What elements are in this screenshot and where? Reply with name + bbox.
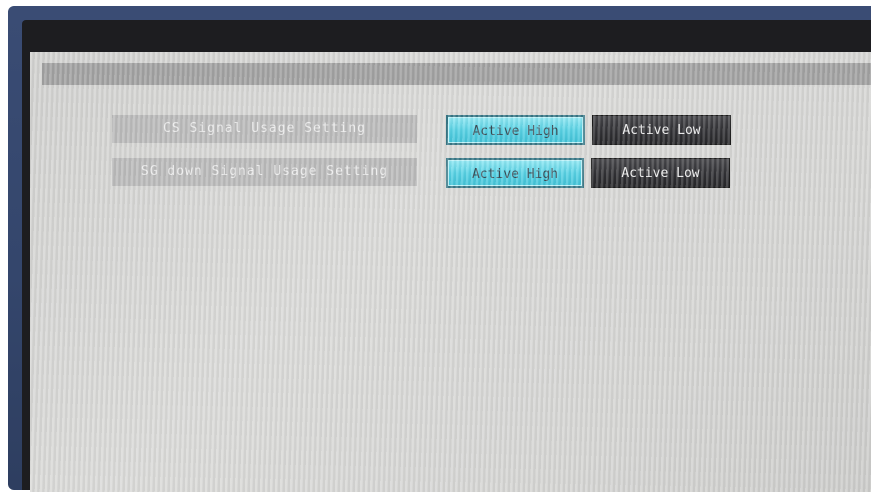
- sg-down-signal-label: SG down Signal Usage Setting: [112, 158, 417, 186]
- settings-panel: CS Signal Usage Setting Active High Acti…: [30, 52, 871, 492]
- sg-active-high-button[interactable]: Active High: [446, 158, 584, 188]
- cs-active-high-button[interactable]: Active High: [446, 115, 585, 145]
- title-bar: [42, 63, 871, 85]
- sg-active-low-button[interactable]: Active Low: [591, 158, 730, 188]
- cs-signal-label: CS Signal Usage Setting: [112, 115, 417, 143]
- cs-active-low-button[interactable]: Active Low: [592, 115, 731, 145]
